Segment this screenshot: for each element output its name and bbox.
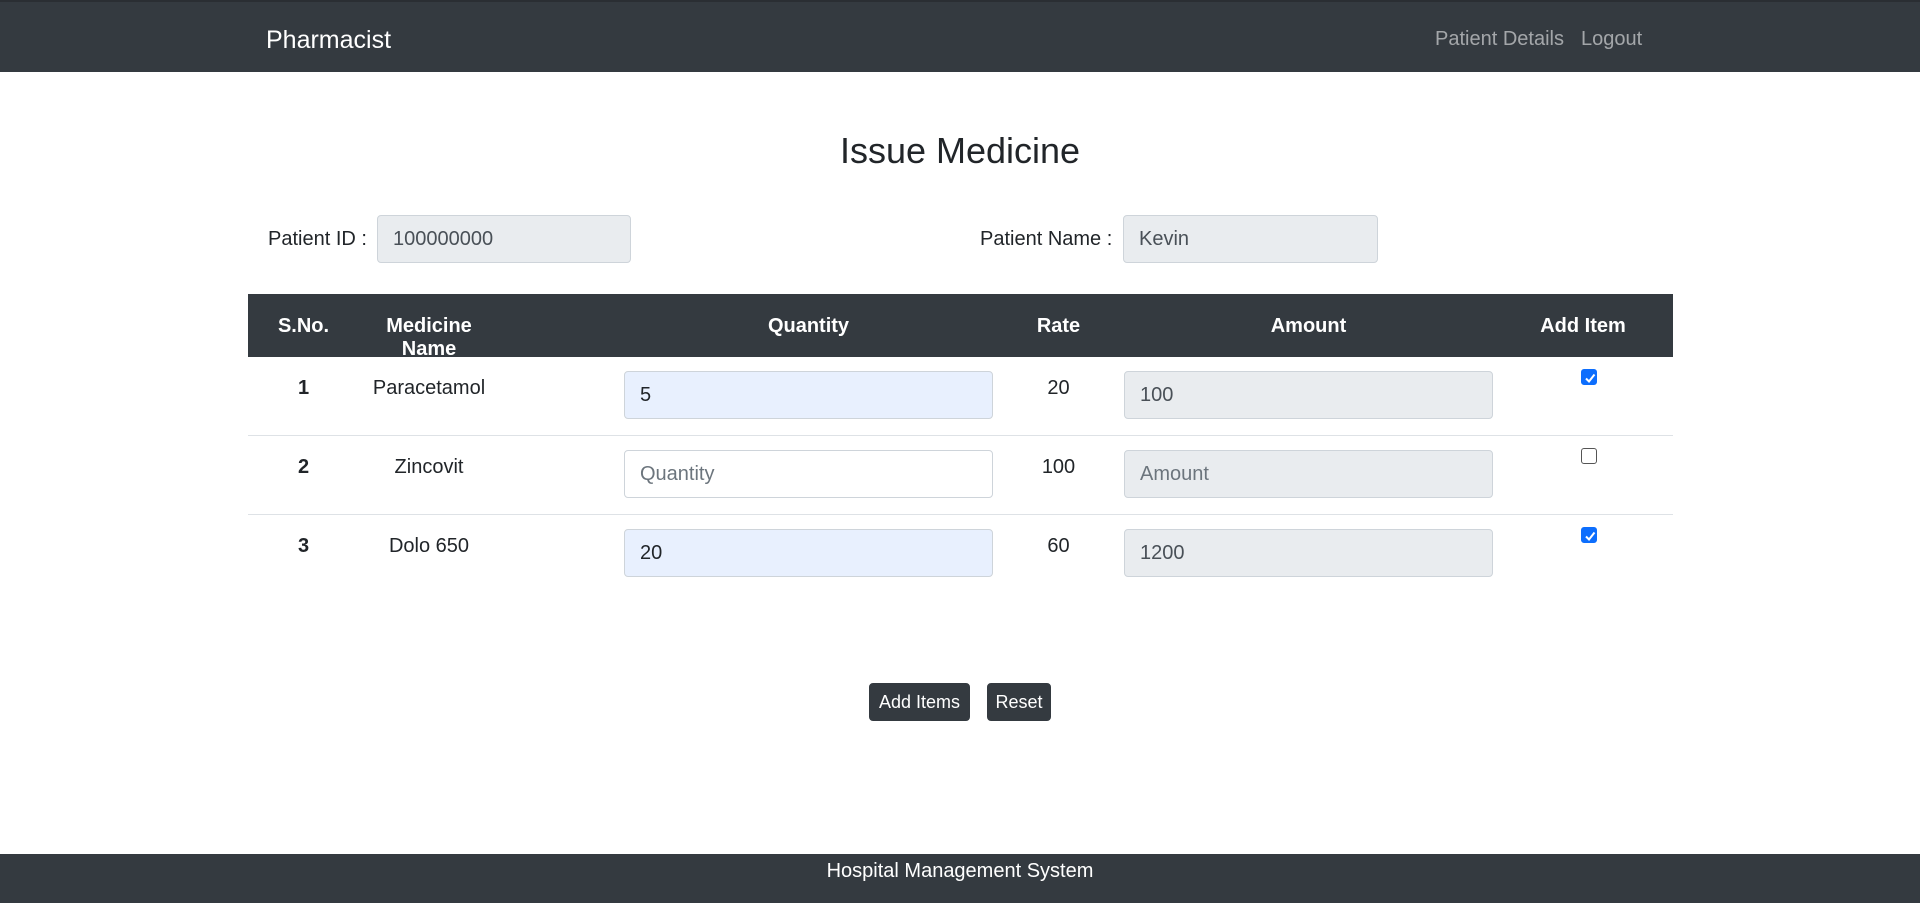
add-items-button[interactable]: Add Items xyxy=(869,683,970,721)
brand-link[interactable]: Pharmacist xyxy=(266,26,391,55)
amount-input[interactable] xyxy=(1124,529,1493,577)
patient-id-input[interactable] xyxy=(377,215,631,263)
row-rate: 60 xyxy=(1047,535,1070,557)
add-item-checkbox[interactable] xyxy=(1581,448,1597,464)
amount-input[interactable] xyxy=(1124,371,1493,419)
header-medicine-name: Medicine Name xyxy=(386,315,472,360)
header-amount: Amount xyxy=(1270,315,1347,337)
quantity-input[interactable] xyxy=(624,371,993,419)
header-add-item: Add Item xyxy=(1540,315,1626,337)
header-sno: S.No. xyxy=(277,315,330,337)
footer-text: Hospital Management System xyxy=(826,860,1094,882)
table-row: 2 Zincovit 100 xyxy=(248,436,1673,515)
row-sno: 2 xyxy=(297,456,310,478)
header-quantity: Quantity xyxy=(767,315,850,337)
table-row: 1 Paracetamol 20 xyxy=(248,357,1673,436)
patient-name-input[interactable] xyxy=(1123,215,1378,263)
quantity-input[interactable] xyxy=(624,450,993,498)
table-header: S.No. Medicine Name Quantity Rate Amount… xyxy=(248,294,1673,360)
nav-patient-details[interactable]: Patient Details xyxy=(1435,28,1564,51)
header-rate: Rate xyxy=(1036,315,1081,337)
footer: Hospital Management System xyxy=(0,854,1920,903)
row-rate: 20 xyxy=(1047,377,1070,399)
patient-id-label: Patient ID : xyxy=(268,228,367,250)
page-title: Issue Medicine xyxy=(839,130,1081,171)
row-sno: 1 xyxy=(297,377,310,399)
navbar: Pharmacist Patient Details Logout xyxy=(0,0,1920,72)
add-item-checkbox[interactable] xyxy=(1581,369,1597,385)
reset-button[interactable]: Reset xyxy=(987,683,1051,721)
amount-input[interactable] xyxy=(1124,450,1493,498)
quantity-input[interactable] xyxy=(624,529,993,577)
table-row: 3 Dolo 650 60 xyxy=(248,515,1673,594)
row-medicine-name: Zincovit xyxy=(394,456,464,478)
nav-logout[interactable]: Logout xyxy=(1581,28,1642,51)
row-rate: 100 xyxy=(1041,456,1076,478)
row-sno: 3 xyxy=(297,535,310,557)
patient-name-label: Patient Name : xyxy=(980,228,1113,250)
row-medicine-name: Paracetamol xyxy=(372,377,486,399)
add-item-checkbox[interactable] xyxy=(1581,527,1597,543)
row-medicine-name: Dolo 650 xyxy=(388,535,470,557)
